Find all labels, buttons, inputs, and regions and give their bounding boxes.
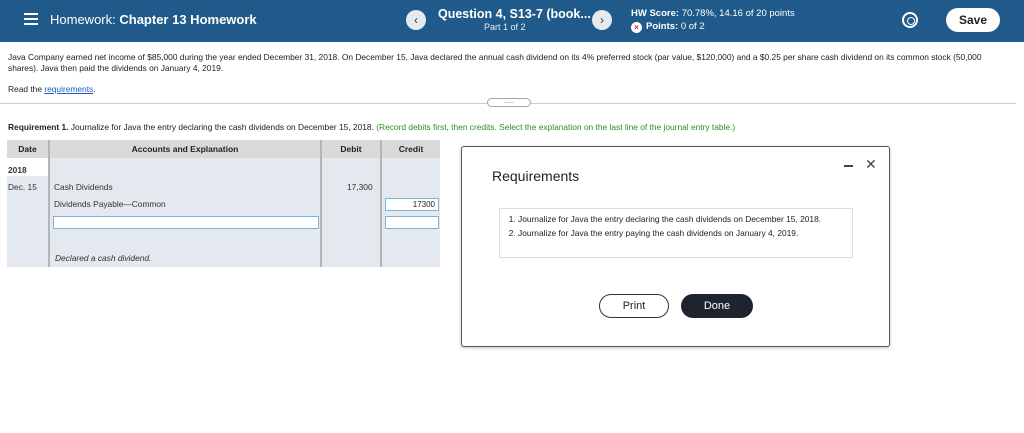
incorrect-icon: × xyxy=(631,22,642,33)
debit-column-bg xyxy=(322,158,380,267)
row3-account-input[interactable] xyxy=(53,216,319,229)
expand-handle[interactable]: ..... xyxy=(487,98,531,107)
question-part: Part 1 of 2 xyxy=(484,22,526,32)
print-button[interactable]: Print xyxy=(599,294,669,318)
requirements-link[interactable]: requirements xyxy=(44,84,93,94)
column-separator xyxy=(48,140,50,267)
requirement-1-label: Requirement 1. xyxy=(8,122,69,132)
requirement-1: Requirement 1. Journalize for Java the e… xyxy=(8,122,735,132)
previous-question-button[interactable]: ‹ xyxy=(406,10,426,30)
row3-credit-input[interactable] xyxy=(385,216,439,229)
year-cell: 2018 xyxy=(8,165,27,175)
close-icon[interactable]: ✕ xyxy=(865,156,877,173)
homework-name: Chapter 13 Homework xyxy=(119,12,257,27)
homework-prefix: Homework: xyxy=(50,12,116,27)
header-debit: Debit xyxy=(322,140,380,158)
read-prefix: Read the xyxy=(8,84,42,94)
journal-table: Date Accounts and Explanation Debit Cred… xyxy=(7,140,440,267)
requirement-1-hint: (Record debits first, then credits. Sele… xyxy=(376,122,736,132)
requirement-1-text: Journalize for Java the entry declaring … xyxy=(70,122,374,132)
row2-credit-input[interactable]: 17300 xyxy=(385,198,439,211)
requirements-modal: Requirements ✕ Journalize for Java the e… xyxy=(461,146,890,347)
row1-debit[interactable]: 17,300 xyxy=(347,182,373,192)
requirement-item-2: Journalize for Java the entry paying the… xyxy=(518,228,846,239)
read-suffix: . xyxy=(93,84,96,94)
hw-score: HW Score: 70.78%, 14.16 of 20 points xyxy=(631,8,795,19)
column-separator xyxy=(320,140,322,267)
requirements-list-box: Journalize for Java the entry declaring … xyxy=(499,208,853,258)
top-bar: Homework: Chapter 13 Homework ‹ Question… xyxy=(0,0,1024,42)
save-button[interactable]: Save xyxy=(946,8,1000,32)
hamburger-menu-icon[interactable] xyxy=(24,13,38,25)
requirement-item-1: Journalize for Java the entry declaring … xyxy=(518,214,846,225)
done-button[interactable]: Done xyxy=(681,294,753,318)
row2-account[interactable]: Dividends Payable—Common xyxy=(54,199,166,209)
credit-column-bg xyxy=(382,158,440,267)
homework-title: Homework: Chapter 13 Homework xyxy=(50,12,257,27)
minimize-icon[interactable] xyxy=(844,165,853,167)
read-requirements: Read the requirements. xyxy=(8,84,96,94)
hw-score-label: HW Score: xyxy=(631,8,680,19)
points-label: Points: xyxy=(646,21,679,32)
points: × Points: 0 of 2 xyxy=(631,21,705,33)
header-accounts: Accounts and Explanation xyxy=(50,140,320,158)
points-value: 0 of 2 xyxy=(680,21,705,32)
row1-account[interactable]: Cash Dividends xyxy=(54,182,113,192)
header-credit: Credit xyxy=(382,140,440,158)
problem-text: Java Company earned net income of $85,00… xyxy=(8,52,982,73)
requirements-list: Journalize for Java the entry declaring … xyxy=(506,214,846,239)
next-question-button[interactable]: › xyxy=(592,10,612,30)
column-separator xyxy=(380,140,382,267)
modal-title: Requirements xyxy=(492,168,580,184)
date-cell: Dec. 15 xyxy=(8,182,37,192)
question-title[interactable]: Question 4, S13-7 (book... xyxy=(438,7,591,21)
explanation-cell[interactable]: Declared a cash dividend. xyxy=(55,253,151,263)
gear-icon[interactable] xyxy=(902,12,918,28)
header-date: Date xyxy=(7,140,48,158)
accounts-column-bg xyxy=(50,158,320,267)
hw-score-value: 70.78%, 14.16 of 20 points xyxy=(681,8,795,19)
